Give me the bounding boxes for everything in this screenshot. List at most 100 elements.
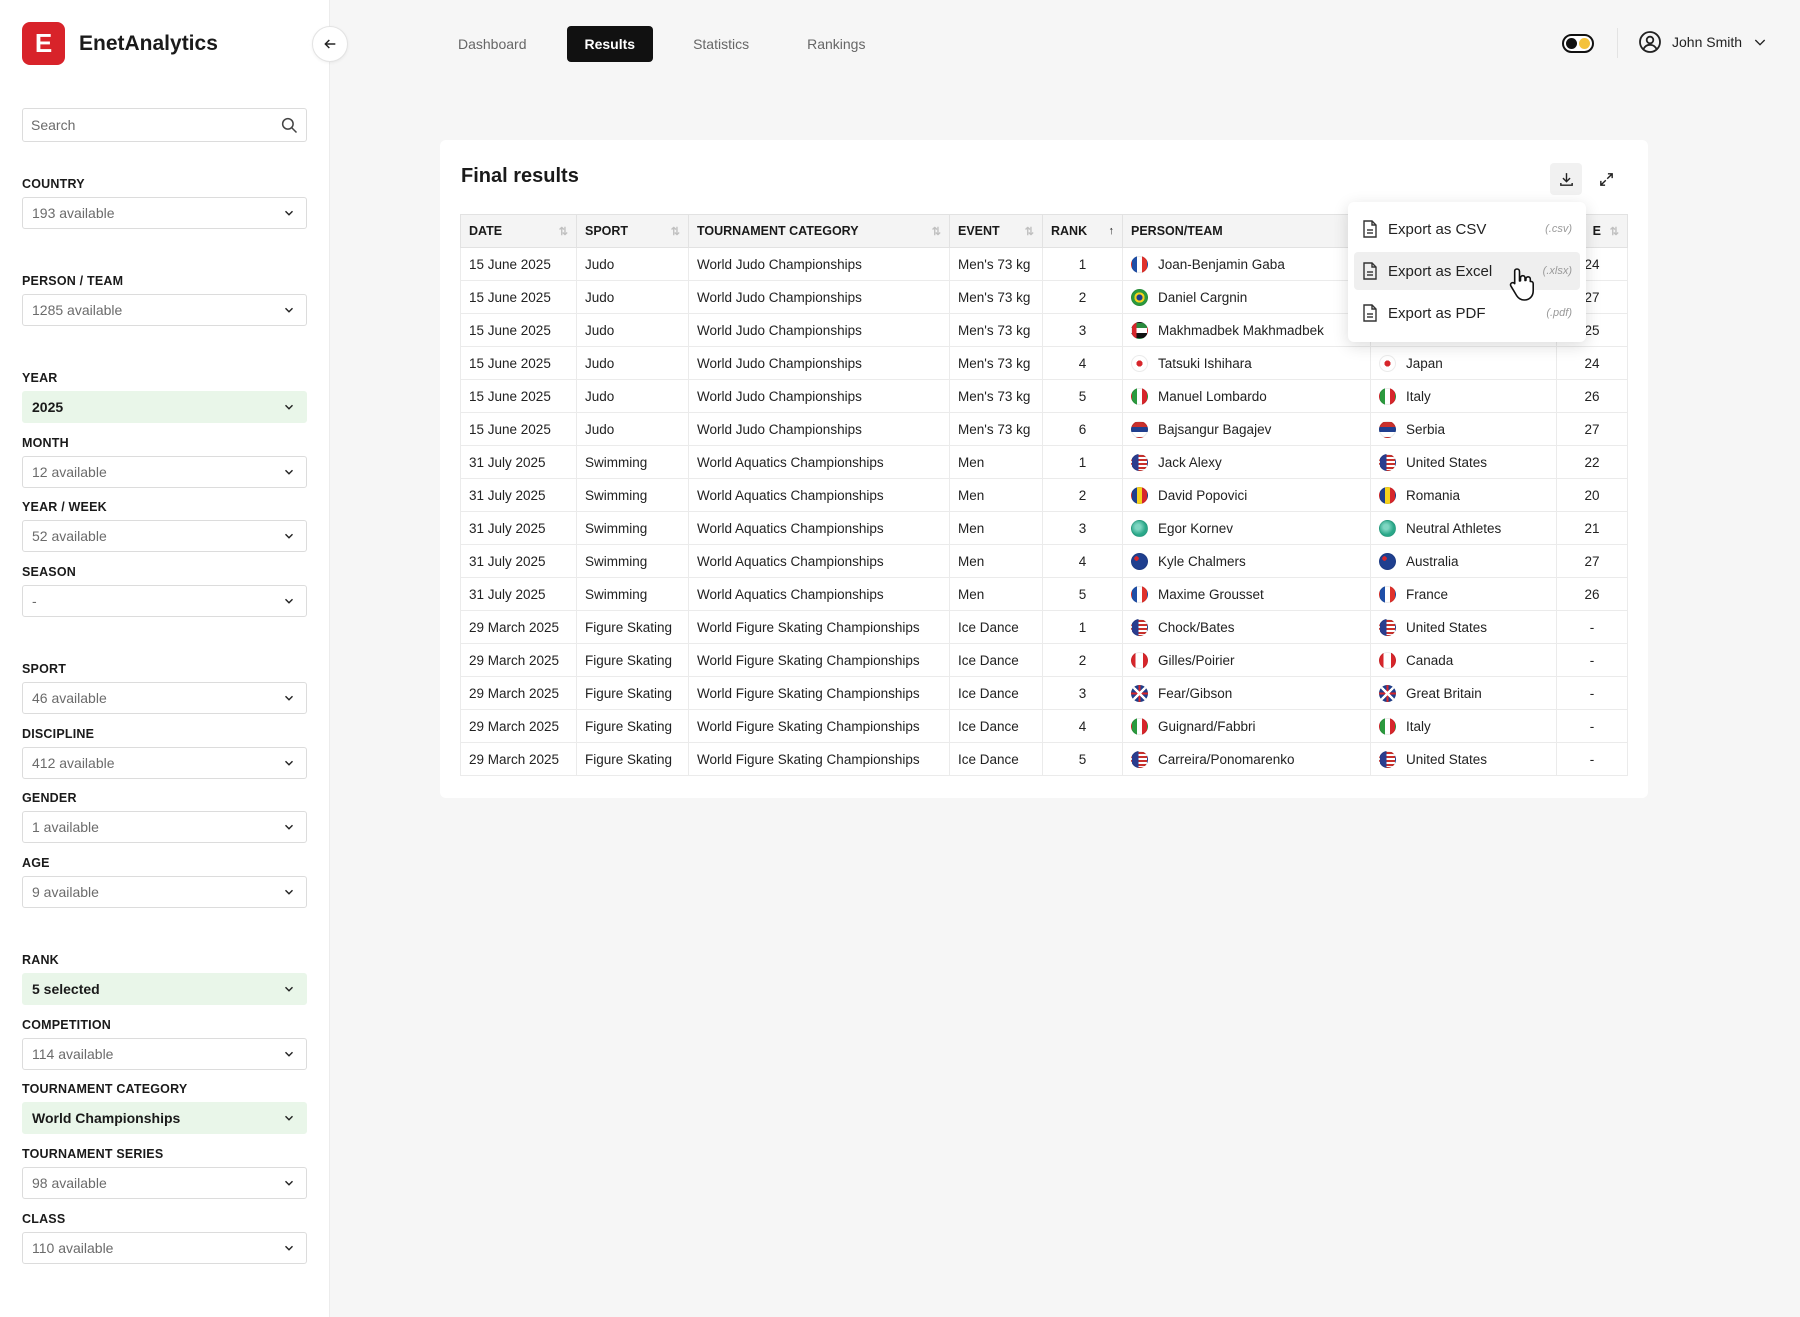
table-row[interactable]: 15 June 2025 Judo World Judo Championships… <box>460 379 1628 413</box>
cell-rank: 5 <box>1042 742 1123 776</box>
menu-item-export-as-pdf[interactable]: Export as PDF (.pdf) <box>1354 294 1580 332</box>
cell-category: World Judo Championships <box>688 346 950 380</box>
filter-value: 52 available <box>32 528 107 544</box>
cell-person: Daniel Cargnin <box>1122 280 1371 314</box>
download-button[interactable] <box>1550 163 1582 195</box>
table-row[interactable]: 31 July 2025 Swimming World Aquatics Champ… <box>460 445 1628 479</box>
person-name: Egor Kornev <box>1158 520 1234 536</box>
app-name: EnetAnalytics <box>79 31 218 55</box>
flag-serbia-icon <box>1379 420 1396 438</box>
filter-select-tournament-series[interactable]: 98 available <box>22 1167 307 1199</box>
table-row[interactable]: 29 March 2025 Figure Skating World Figure … <box>460 676 1628 710</box>
flag-usa-icon <box>1131 750 1148 768</box>
country-name: Serbia <box>1406 421 1446 437</box>
cell-rank: 1 <box>1042 445 1123 479</box>
flag-usa-icon <box>1131 453 1148 471</box>
toggle-knob <box>1566 38 1577 49</box>
flag-serbia-icon <box>1131 420 1148 438</box>
filter-select-year[interactable]: 2025 <box>22 391 307 423</box>
fullscreen-button[interactable] <box>1590 163 1622 195</box>
col-person-team[interactable]: PERSON/TEAM <box>1122 214 1371 248</box>
table-row[interactable]: 29 March 2025 Figure Skating World Figure … <box>460 742 1628 776</box>
col-date[interactable]: DATE ⇅ <box>460 214 577 248</box>
search-icon[interactable] <box>280 116 298 134</box>
filter-value: 110 available <box>32 1240 114 1256</box>
table-row[interactable]: 31 July 2025 Swimming World Aquatics Champ… <box>460 544 1628 578</box>
cell-country: United States <box>1370 610 1557 644</box>
cell-age: - <box>1556 742 1628 776</box>
filter-select-competition[interactable]: 114 available <box>22 1038 307 1070</box>
table-row[interactable]: 31 July 2025 Swimming World Aquatics Champ… <box>460 511 1628 545</box>
download-icon <box>1559 172 1573 186</box>
app-logo[interactable]: E EnetAnalytics <box>22 22 218 65</box>
filter-value: 1285 available <box>32 302 123 318</box>
col-tournament-category[interactable]: TOURNAMENT CATEGORY ⇅ <box>688 214 950 248</box>
cell-sport: Figure Skating <box>576 610 689 644</box>
flag-australia-icon <box>1379 552 1396 570</box>
cell-category: World Judo Championships <box>688 313 950 347</box>
chevron-down-icon <box>285 1180 293 1186</box>
chevron-down-icon <box>285 824 293 830</box>
filter-select-year-week[interactable]: 52 available <box>22 520 307 552</box>
menu-item-export-as-excel[interactable]: Export as Excel (.xlsx) <box>1354 252 1580 290</box>
tab-statistics[interactable]: Statistics <box>675 26 767 62</box>
sort-icon: ⇅ <box>1024 226 1034 238</box>
country-name: Canada <box>1406 652 1454 668</box>
filter-select-country[interactable]: 193 available <box>22 197 307 229</box>
filter-value: 98 available <box>32 1175 107 1191</box>
country-name: Italy <box>1406 718 1431 734</box>
cell-event: Men <box>949 577 1043 611</box>
cell-category: World Judo Championships <box>688 379 950 413</box>
filter-value: 2025 <box>32 399 64 415</box>
table-row[interactable]: 29 March 2025 Figure Skating World Figure … <box>460 709 1628 743</box>
filter-select-sport[interactable]: 46 available <box>22 682 307 714</box>
cell-person: Guignard/Fabbri <box>1122 709 1371 743</box>
person-name: Fear/Gibson <box>1158 685 1233 701</box>
table-row[interactable]: 29 March 2025 Figure Skating World Figure … <box>460 610 1628 644</box>
cell-person: Gilles/Poirier <box>1122 643 1371 677</box>
filter-select-tournament-category[interactable]: World Championships <box>22 1102 307 1134</box>
filter-select-season[interactable]: - <box>22 585 307 617</box>
flag-neutral-icon <box>1379 519 1396 537</box>
col-label: RANK <box>1051 224 1088 238</box>
tab-rankings[interactable]: Rankings <box>789 26 883 62</box>
tab-dashboard[interactable]: Dashboard <box>440 26 545 62</box>
filter-label-country: COUNTRY <box>22 177 85 191</box>
col-event[interactable]: EVENT ⇅ <box>949 214 1043 248</box>
cell-person: Maxime Grousset <box>1122 577 1371 611</box>
theme-toggle[interactable] <box>1562 34 1594 53</box>
table-row[interactable]: 15 June 2025 Judo World Judo Championships… <box>460 346 1628 380</box>
flag-gb-icon <box>1379 684 1396 702</box>
col-sport[interactable]: SPORT ⇅ <box>576 214 689 248</box>
collapse-sidebar-button[interactable] <box>312 26 348 62</box>
flag-romania-icon <box>1379 486 1396 504</box>
filter-select-age[interactable]: 9 available <box>22 876 307 908</box>
col-rank[interactable]: RANK ↑ <box>1042 214 1123 248</box>
file-icon <box>1363 220 1377 238</box>
table-row[interactable]: 31 July 2025 Swimming World Aquatics Champ… <box>460 478 1628 512</box>
filter-select-gender[interactable]: 1 available <box>22 811 307 843</box>
person-name: Guignard/Fabbri <box>1158 718 1256 734</box>
filter-select-rank[interactable]: 5 selected <box>22 973 307 1005</box>
filter-select-month[interactable]: 12 available <box>22 456 307 488</box>
menu-item-export-as-csv[interactable]: Export as CSV (.csv) <box>1354 210 1580 248</box>
cell-age: 26 <box>1556 577 1628 611</box>
filter-select-discipline[interactable]: 412 available <box>22 747 307 779</box>
cell-category: World Aquatics Championships <box>688 511 950 545</box>
tab-results[interactable]: Results <box>566 26 654 62</box>
table-row[interactable]: 31 July 2025 Swimming World Aquatics Champ… <box>460 577 1628 611</box>
cell-country: Serbia <box>1370 412 1557 446</box>
cell-rank: 4 <box>1042 709 1123 743</box>
filter-label-year: YEAR <box>22 371 58 385</box>
filter-label-sport: SPORT <box>22 662 67 676</box>
flag-australia-icon <box>1131 552 1148 570</box>
user-menu[interactable]: John Smith <box>1638 30 1768 54</box>
filter-value: 46 available <box>32 690 107 706</box>
table-row[interactable]: 29 March 2025 Figure Skating World Figure … <box>460 643 1628 677</box>
table-row[interactable]: 15 June 2025 Judo World Judo Championships… <box>460 412 1628 446</box>
search-input[interactable] <box>31 117 280 133</box>
cell-country: Romania <box>1370 478 1557 512</box>
filter-select-person-team[interactable]: 1285 available <box>22 294 307 326</box>
menu-item-ext: (.xlsx) <box>1542 265 1572 277</box>
filter-select-class[interactable]: 110 available <box>22 1232 307 1264</box>
